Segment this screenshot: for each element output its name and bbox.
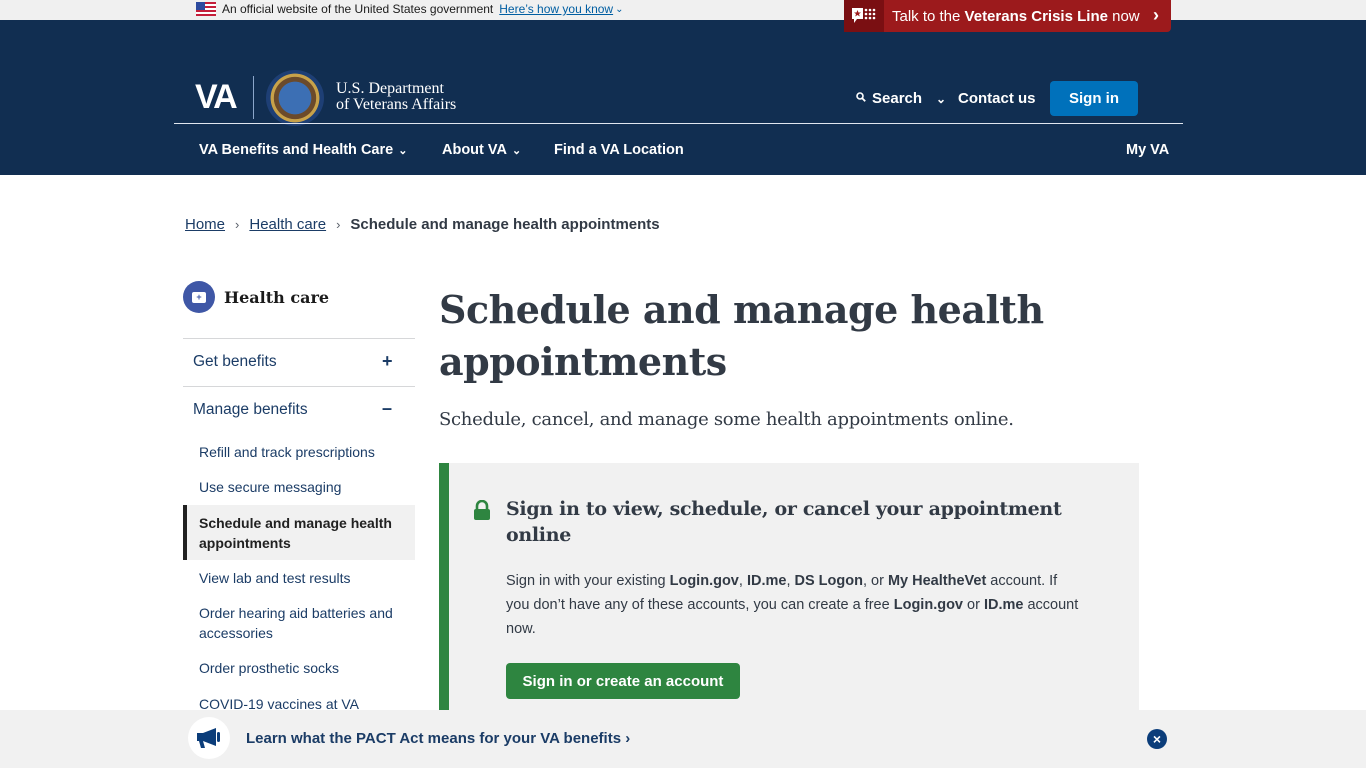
nav-about-va[interactable]: About VA ⌄ [442, 142, 521, 158]
sidebar-item-refill-prescriptions[interactable]: Refill and track prescriptions [199, 442, 404, 462]
plus-icon[interactable]: + [382, 351, 393, 372]
lock-icon [473, 499, 491, 525]
account-provider-name: ID.me [746, 573, 787, 589]
department-name[interactable]: U.S. Department of Veterans Affairs [336, 81, 456, 113]
medical-kit-icon: + [183, 281, 215, 313]
account-provider-name: ID.me [983, 597, 1024, 613]
contact-us-link[interactable]: Contact us [958, 90, 1036, 107]
body-text: , [786, 573, 795, 589]
sidebar-section-manage-benefits[interactable]: Manage benefits [193, 401, 308, 419]
megaphone-icon [188, 717, 230, 759]
body-text: or [963, 597, 984, 613]
minus-icon[interactable]: – [382, 398, 392, 419]
nav-va-benefits[interactable]: VA Benefits and Health Care ⌄ [199, 142, 407, 158]
logo-divider [253, 76, 254, 119]
chevron-right-icon: › [1153, 5, 1159, 25]
chevron-down-icon: ⌄ [936, 91, 947, 106]
page-title: Schedule and manage health appointments [439, 287, 1044, 384]
dept-line-1: U.S. Department [336, 80, 444, 97]
sidebar-divider [183, 386, 415, 387]
body-text: , [738, 573, 747, 589]
sign-in-or-create-account-button[interactable]: Sign in or create an account [506, 663, 740, 699]
va-logo[interactable]: VA [195, 78, 238, 117]
account-provider-name: Login.gov [893, 597, 963, 613]
close-icon[interactable]: × [1147, 729, 1167, 749]
site-header: VA U.S. Department of Veterans Affairs S… [0, 20, 1366, 175]
search-button[interactable]: Search ⌄ [856, 90, 946, 107]
sign-in-alert-body: Sign in with your existing Login.gov, ID… [506, 569, 1081, 641]
sidebar-title: Health care [224, 287, 330, 307]
sidebar-section-get-benefits[interactable]: Get benefits [193, 353, 277, 371]
nav-find-location[interactable]: Find a VA Location [554, 142, 684, 158]
sidebar-item-lab-results[interactable]: View lab and test results [199, 568, 404, 588]
veterans-crisis-line-button[interactable]: Talk to the Veterans Crisis Line now › [844, 0, 1171, 32]
sign-in-alert-heading: Sign in to view, schedule, or cancel you… [506, 498, 1062, 546]
sidebar-item-secure-messaging[interactable]: Use secure messaging [199, 477, 404, 497]
breadcrumb-separator: › [235, 217, 240, 232]
sidebar-divider [183, 338, 415, 339]
sidebar-item-prosthetic-socks[interactable]: Order prosthetic socks [199, 658, 404, 678]
chevron-down-icon: ⌄ [398, 145, 408, 157]
chevron-down-icon: ⌄ [511, 145, 522, 157]
sign-in-alert: Sign in to view, schedule, or cancel you… [439, 463, 1139, 723]
chevron-right-icon: › [625, 730, 631, 747]
dept-line-2: of Veterans Affairs [336, 96, 457, 113]
account-provider-name: Login.gov [669, 573, 739, 589]
breadcrumb: Home › Health care › Schedule and manage… [185, 216, 660, 233]
crisis-chat-icon [844, 0, 884, 32]
va-seal-icon[interactable] [266, 70, 324, 126]
sidebar-item-label: Schedule and manage health appointments [199, 515, 392, 551]
search-label: Search [872, 90, 923, 107]
heres-how-you-know-link[interactable]: Here’s how you know [499, 2, 613, 16]
nav-my-va[interactable]: My VA [1126, 142, 1169, 158]
breadcrumb-health-care[interactable]: Health care [249, 216, 326, 233]
account-provider-name: DS Logon [794, 573, 863, 589]
main-nav: VA Benefits and Health Care ⌄ About VA ⌄ F… [0, 124, 1366, 175]
page-intro: Schedule, cancel, and manage some health… [439, 409, 1014, 430]
breadcrumb-current: Schedule and manage health appointments [350, 216, 660, 233]
breadcrumb-separator: › [336, 217, 341, 232]
sidebar-item-hearing-aid-batteries[interactable]: Order hearing aid batteries and accessor… [199, 603, 404, 643]
sign-in-button[interactable]: Sign in [1050, 81, 1138, 116]
chevron-down-icon[interactable]: ⌄ [615, 4, 623, 15]
us-flag-icon [196, 2, 216, 16]
sidebar-item-schedule-appointments[interactable]: Schedule and manage health appointments [183, 505, 415, 560]
breadcrumb-home[interactable]: Home [185, 216, 225, 233]
body-text: Sign in with your existing [506, 573, 670, 589]
official-site-text: An official website of the United States… [222, 2, 494, 16]
sidebar-header: + Health care [183, 281, 329, 313]
crisis-line-text: Talk to the Veterans Crisis Line now [892, 7, 1140, 25]
search-icon [856, 92, 866, 105]
pact-act-link[interactable]: Learn what the PACT Act means for your V… [246, 730, 630, 747]
account-provider-name: My HealtheVet [887, 573, 987, 589]
body-text: , or [862, 573, 888, 589]
pact-act-banner: Learn what the PACT Act means for your V… [0, 710, 1366, 768]
